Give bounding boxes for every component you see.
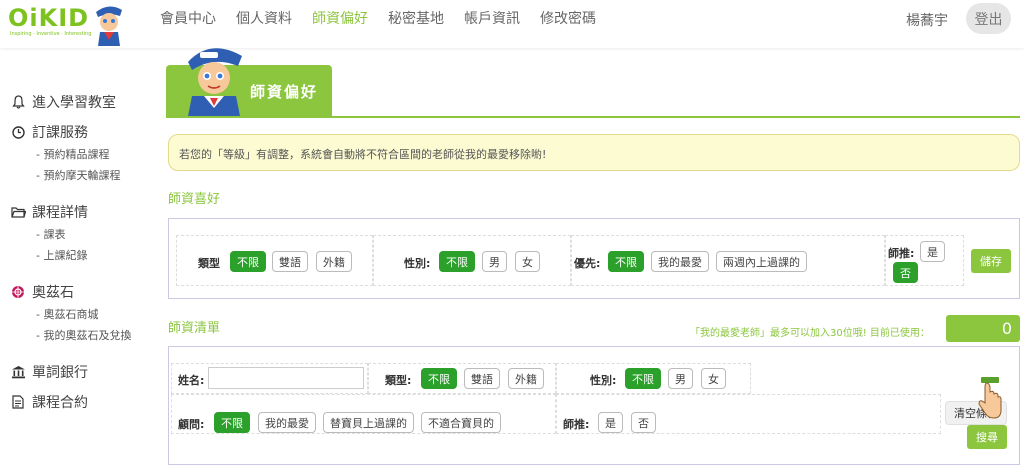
advisor-option-unsuitable[interactable]: 不適合寶貝的	[421, 412, 501, 433]
nav-account-info[interactable]: 帳戶資訊	[464, 8, 520, 28]
sidebar-sub-my-oz-stone[interactable]: - 我的奧茲石及兌換	[0, 324, 150, 345]
priority-label: 優先:	[574, 257, 601, 270]
priority-option-favorites[interactable]: 我的最愛	[651, 251, 709, 272]
type-label: 類型	[198, 257, 220, 270]
list-type-option-foreign[interactable]: 外籍	[508, 368, 544, 389]
sidebar-item-label: 進入學習教室	[32, 95, 116, 111]
list-section-title: 師資清單	[168, 321, 221, 336]
document-icon	[10, 394, 26, 410]
clock-icon	[10, 124, 26, 140]
list-gender-label: 性別:	[590, 374, 617, 387]
sidebar-item-label: 課程合約	[32, 395, 88, 411]
save-button[interactable]: 儲存	[971, 249, 1011, 273]
list-type-option-bilingual[interactable]: 雙語	[464, 368, 500, 389]
sidebar-sub-class-records[interactable]: - 上課紀錄	[0, 244, 150, 265]
mascot-icon	[96, 6, 122, 46]
list-gender-option-male[interactable]: 男	[668, 368, 693, 389]
sidebar: 進入學習教室 訂課服務 - 預約精品課程 - 預約摩天輪課程 課程詳情 - 課表…	[0, 88, 150, 413]
recommend-option-yes[interactable]: 是	[920, 241, 945, 262]
sidebar-sub-schedule[interactable]: - 課表	[0, 223, 150, 244]
sidebar-item-course-details[interactable]: 課程詳情	[0, 201, 150, 223]
sidebar-sub-oz-shop[interactable]: - 奧茲石商城	[0, 303, 150, 324]
list-type-label: 類型:	[385, 374, 412, 387]
logout-button[interactable]: 登出	[966, 3, 1011, 34]
list-type-option-any[interactable]: 不限	[421, 368, 457, 389]
nav-profile[interactable]: 個人資料	[236, 8, 292, 28]
advisor-option-any[interactable]: 不限	[214, 412, 250, 433]
sidebar-item-label: 課程詳情	[32, 205, 88, 221]
sidebar-item-word-bank[interactable]: 單詞銀行	[0, 361, 150, 383]
logo-tagline: Inspiring · Inventive · Interesting	[10, 31, 92, 37]
list-recommend-label: 師推:	[563, 418, 590, 431]
mascot-icon	[188, 48, 242, 116]
name-input[interactable]	[208, 367, 364, 389]
priority-option-recent-two-weeks[interactable]: 兩週內上過課的	[716, 251, 807, 272]
list-recommend-option-no[interactable]: 否	[631, 412, 656, 433]
type-option-any[interactable]: 不限	[230, 251, 266, 272]
recommend-label: 師推:	[888, 247, 915, 260]
sidebar-item-label: 訂課服務	[32, 125, 88, 141]
top-bar: OiKID Inspiring · Inventive · Interestin…	[0, 0, 1024, 48]
nav-teacher-preference[interactable]: 師資偏好	[312, 8, 368, 28]
nav-secret-base[interactable]: 秘密基地	[388, 8, 444, 28]
favorite-count: 0	[946, 315, 1020, 342]
gem-icon	[10, 284, 26, 300]
nav-member-center[interactable]: 會員中心	[160, 8, 216, 28]
type-option-foreign[interactable]: 外籍	[316, 251, 352, 272]
level-notice: 若您的「等級」有調整，系統會自動將不符合區間的老師從我的最愛移除喲!	[168, 134, 1020, 171]
sidebar-sub-premium-booking[interactable]: - 預約精品課程	[0, 143, 150, 164]
advisor-option-favorites[interactable]: 我的最愛	[258, 412, 316, 433]
recommend-option-no[interactable]: 否	[893, 262, 918, 283]
advisor-option-taught-child[interactable]: 替寶貝上過課的	[323, 412, 414, 433]
gender-label: 性別:	[404, 257, 431, 270]
folder-icon	[10, 204, 26, 220]
name-label: 姓名:	[178, 374, 205, 387]
sidebar-sub-ferris-booking[interactable]: - 預約摩天輪課程	[0, 164, 150, 185]
oikid-logo[interactable]: OiKID Inspiring · Inventive · Interestin…	[8, 2, 124, 46]
list-recommend-option-yes[interactable]: 是	[598, 412, 623, 433]
advisor-label: 顧問:	[178, 418, 205, 431]
list-gender-option-any[interactable]: 不限	[625, 368, 661, 389]
bank-icon	[10, 364, 26, 380]
priority-option-any[interactable]: 不限	[608, 251, 644, 272]
sidebar-item-oz-stone[interactable]: 奧茲石	[0, 281, 150, 303]
logo-text: OiKID	[8, 4, 90, 32]
nav-change-password[interactable]: 修改密碼	[540, 8, 596, 28]
user-name[interactable]: 楊蕎宇	[906, 10, 948, 30]
main-nav: 會員中心 個人資料 師資偏好 秘密基地 帳戶資訊 修改密碼	[160, 0, 616, 36]
bell-icon	[10, 94, 26, 110]
title-divider	[166, 116, 1020, 118]
type-option-bilingual[interactable]: 雙語	[272, 251, 308, 272]
sidebar-item-label: 單詞銀行	[32, 365, 88, 381]
gender-option-male[interactable]: 男	[482, 251, 507, 272]
preference-section-title: 師資喜好	[168, 192, 221, 207]
sidebar-item-label: 奧茲石	[32, 285, 74, 301]
search-button[interactable]: 搜尋	[967, 425, 1007, 449]
sidebar-item-classroom[interactable]: 進入學習教室	[0, 91, 150, 113]
gender-option-any[interactable]: 不限	[439, 251, 475, 272]
favorite-limit-note: 「我的最愛老師」最多可以加入30位哦! 目前已使用：	[690, 328, 930, 339]
teacher-list-filter-panel: 姓名: 類型: 不限 雙語 外籍 性別: 不限 男 女 顧問: 不限 我的最愛 …	[168, 346, 1020, 465]
preference-panel: 類型 不限 雙語 外籍 性別: 不限 男 女 優先: 不限 我的最愛 兩週內上過…	[168, 218, 1020, 299]
sidebar-item-booking[interactable]: 訂課服務	[0, 121, 150, 143]
list-gender-option-female[interactable]: 女	[701, 368, 726, 389]
page-title: 師資偏好	[250, 83, 319, 101]
gender-option-female[interactable]: 女	[515, 251, 540, 272]
pointing-hand-icon	[978, 377, 1002, 419]
sidebar-item-contract[interactable]: 課程合約	[0, 391, 150, 413]
